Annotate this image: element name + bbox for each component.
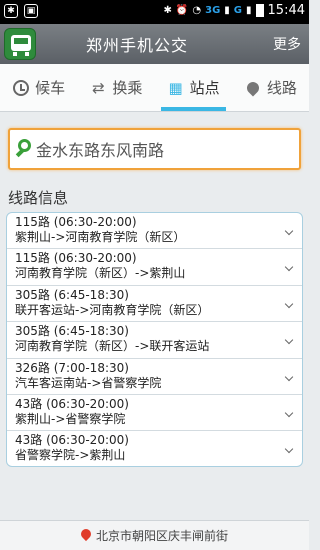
- screenshot-icon: ▣: [24, 4, 38, 18]
- route-name: 43路 (06:30-20:00): [15, 396, 129, 411]
- route-direction: 汽车客运南站->省警察学院: [15, 375, 162, 390]
- route-direction: 紫荆山->河南教育学院（新区）: [15, 230, 186, 244]
- bluetooth-icon: ✱: [163, 5, 172, 16]
- location-pin-icon: [78, 526, 94, 541]
- signal-icon: ▮: [224, 5, 230, 16]
- route-item[interactable]: 43路 (06:30-20:00) 省警察学院->紫荆山: [7, 431, 302, 466]
- route-name: 305路 (6:45-18:30): [15, 287, 129, 302]
- app-header: 郑州手机公交 更多: [0, 24, 309, 64]
- tab-label: 候车: [35, 79, 66, 97]
- station-search-box: [8, 128, 301, 170]
- route-name: 115路 (06:30-20:00): [15, 215, 137, 229]
- status-bar: ✱ ▣ ✱ ⏰ ◔ 3G ▮ G ▮ 15:44: [0, 0, 309, 24]
- tab-label: 换乘: [112, 79, 143, 97]
- wifi-icon: ◔: [192, 5, 202, 16]
- station-icon: ▦: [168, 78, 183, 97]
- route-list: 115路 (06:30-20:00) 紫荆山->河南教育学院（新区） 115路 …: [6, 212, 303, 467]
- signal-icon: ▮: [246, 5, 252, 16]
- route-item[interactable]: 305路 (6:45-18:30) 联开客运站->河南教育学院（新区）: [7, 286, 302, 323]
- route-name: 326路 (7:00-18:30): [15, 360, 129, 375]
- tab-bar: 候车 ⇄ 换乘 ▦ 站点 线路: [0, 64, 309, 112]
- route-item[interactable]: 43路 (06:30-20:00) 紫荆山->省警察学院: [7, 395, 302, 432]
- network-g-label: G: [233, 5, 243, 16]
- alarm-icon: ⏰: [175, 5, 189, 16]
- battery-icon: [255, 4, 264, 17]
- route-item[interactable]: 115路 (06:30-20:00) 紫荆山->河南教育学院（新区）: [7, 213, 302, 250]
- tab-wait[interactable]: 候车: [0, 64, 77, 111]
- route-direction: 联开客运站->河南教育学院（新区）: [15, 302, 210, 317]
- tab-label: 线路: [266, 79, 297, 97]
- status-time: 15:44: [267, 3, 305, 18]
- route-item[interactable]: 326路 (7:00-18:30) 汽车客运南站->省警察学院: [7, 359, 302, 395]
- usb-debug-icon: ✱: [4, 4, 18, 18]
- tab-label: 站点: [189, 79, 220, 97]
- search-icon: [15, 139, 36, 159]
- tab-station[interactable]: ▦ 站点: [155, 64, 232, 111]
- route-direction: 紫荆山->省警察学院: [15, 411, 126, 426]
- route-name: 305路 (6:45-18:30): [15, 324, 129, 339]
- location-footer[interactable]: 北京市朝阳区庆丰闸前街: [0, 520, 309, 550]
- app-title: 郑州手机公交: [86, 36, 189, 55]
- clock-icon: [12, 79, 30, 97]
- route-item[interactable]: 305路 (6:45-18:30) 河南教育学院（新区）->联开客运站: [7, 322, 302, 359]
- transfer-icon: ⇄: [92, 78, 105, 97]
- route-item[interactable]: 115路 (06:30-20:00) 河南教育学院（新区）->紫荆山: [7, 249, 302, 286]
- route-name: 115路 (06:30-20:00): [15, 251, 137, 266]
- route-direction: 河南教育学院（新区）->紫荆山: [15, 266, 186, 281]
- section-title: 线路信息: [8, 189, 69, 207]
- tab-route[interactable]: 线路: [232, 64, 309, 111]
- route-direction: 省警察学院->紫荆山: [15, 448, 126, 463]
- network-3g-label: 3G: [205, 5, 221, 16]
- more-button[interactable]: 更多: [273, 34, 301, 54]
- station-search-input[interactable]: [36, 136, 296, 162]
- current-location: 北京市朝阳区庆丰闸前街: [95, 529, 228, 543]
- tab-transfer[interactable]: ⇄ 换乘: [77, 64, 154, 111]
- location-pin-icon: [244, 79, 262, 97]
- route-direction: 河南教育学院（新区）->联开客运站: [15, 339, 210, 354]
- bus-app-icon: [4, 28, 36, 60]
- route-name: 43路 (06:30-20:00): [15, 433, 129, 448]
